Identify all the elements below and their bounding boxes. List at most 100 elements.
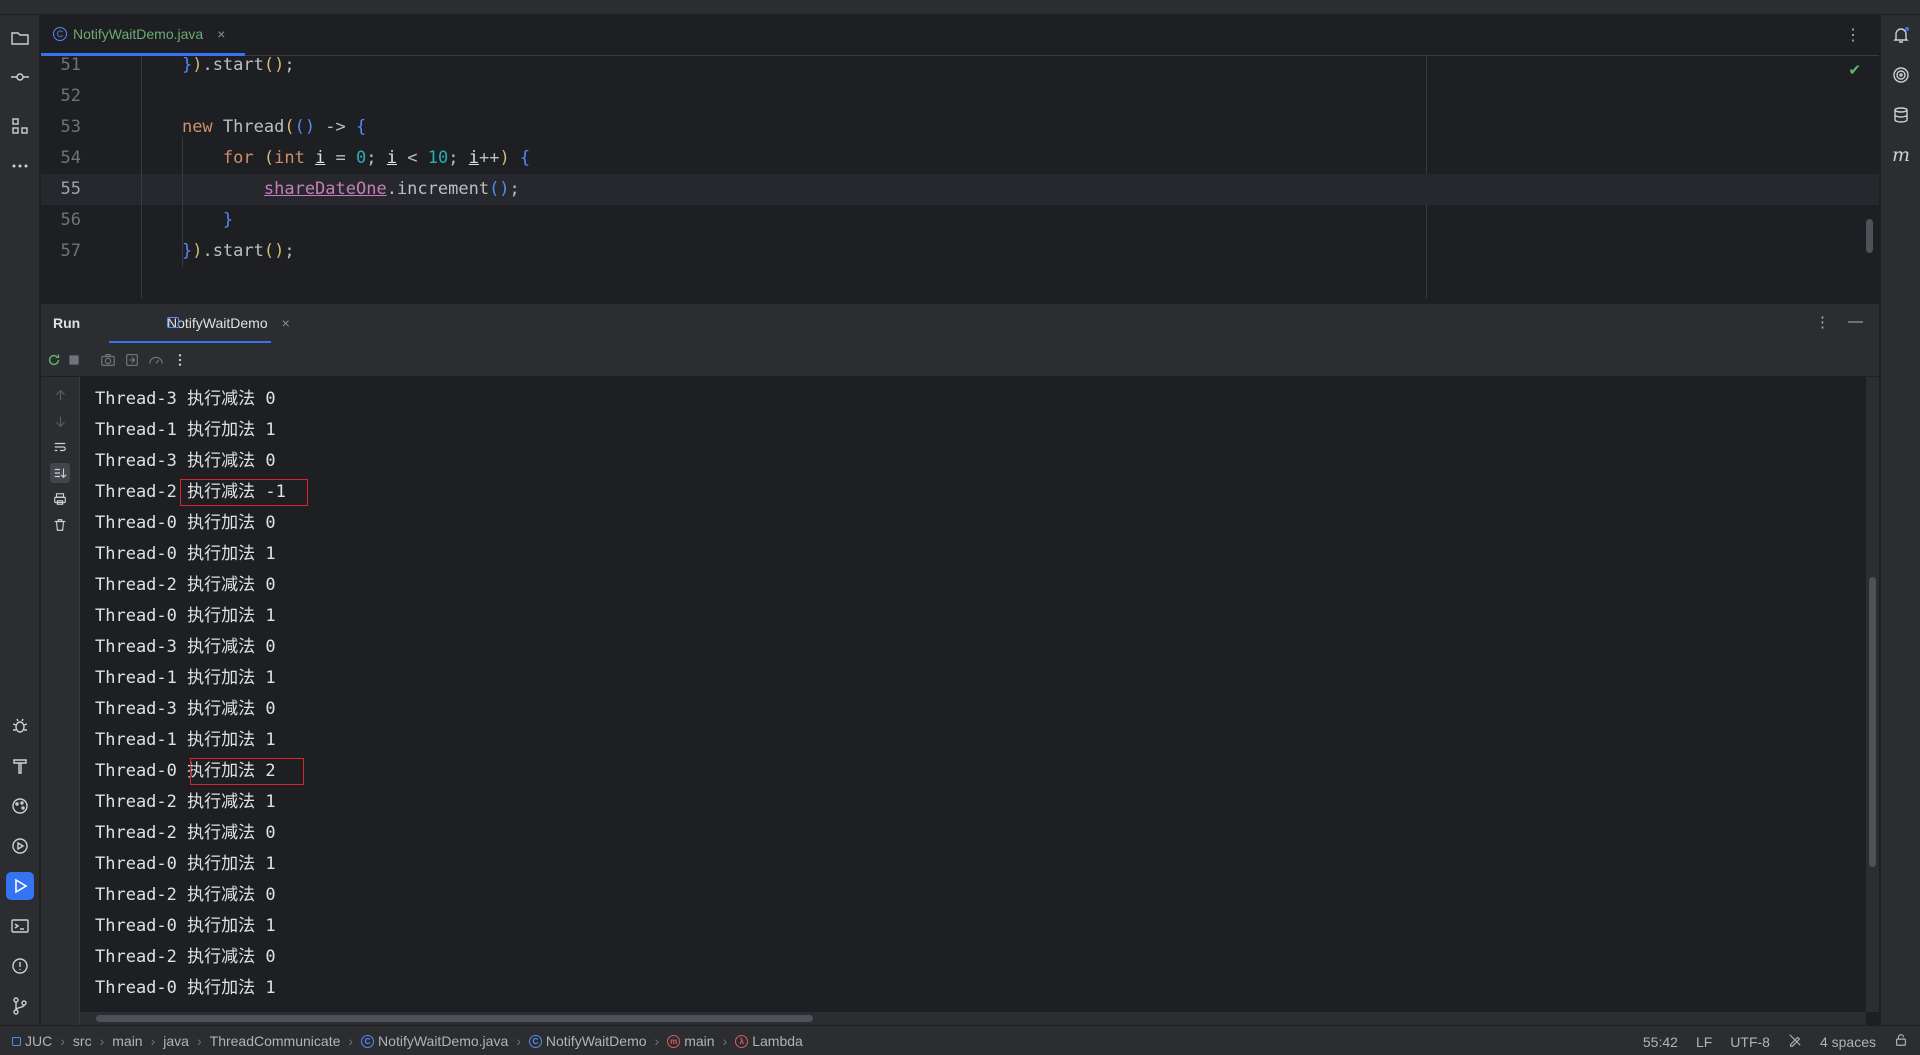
caret-position[interactable]: 55:42 xyxy=(1643,1034,1678,1050)
breadcrumb-item[interactable]: m main › xyxy=(667,1033,735,1049)
structure-icon[interactable] xyxy=(6,112,34,140)
breadcrumb-label: ThreadCommunicate xyxy=(209,1033,341,1049)
java-class-icon: C xyxy=(361,1034,375,1048)
line-number[interactable]: 57 xyxy=(41,236,81,267)
code-token: () xyxy=(489,179,510,199)
close-tab-icon[interactable]: × xyxy=(217,26,225,42)
maven-icon[interactable]: m xyxy=(1887,141,1915,169)
run-tool-window-header: Run NotifyWaitDemo × ⋮ — xyxy=(41,303,1879,344)
line-number[interactable]: 54 xyxy=(41,143,81,174)
code-token: 10 xyxy=(427,148,449,168)
chevron-right-icon: › xyxy=(60,1033,65,1049)
tab-options-icon[interactable]: ⋮ xyxy=(1845,25,1861,45)
file-encoding[interactable]: UTF-8 xyxy=(1730,1034,1770,1050)
database-icon[interactable] xyxy=(1887,101,1915,129)
code-token: .start xyxy=(202,57,264,75)
code-line[interactable]: 57}).start(); xyxy=(41,236,1879,267)
code-line[interactable]: 55 shareDateOne.increment(); xyxy=(41,174,1879,205)
chevron-right-icon: › xyxy=(99,1033,105,1049)
soft-wrap-icon[interactable] xyxy=(50,437,70,457)
minimize-icon[interactable]: — xyxy=(1848,313,1863,331)
console-output[interactable]: Thread-3 执行减法 0 Thread-1 执行加法 1 Thread-3 执… xyxy=(80,377,1865,1012)
scroll-to-end-icon[interactable] xyxy=(50,463,70,483)
code-token: ; xyxy=(448,148,469,168)
console-horizontal-scroll-thumb[interactable] xyxy=(96,1015,813,1022)
code-token: i xyxy=(315,148,326,168)
scroll-down-arrow-icon[interactable] xyxy=(50,411,70,431)
breadcrumb-item[interactable]: src › xyxy=(73,1033,112,1049)
console-vertical-scrollbar[interactable] xyxy=(1866,377,1879,1012)
chevron-right-icon: › xyxy=(516,1033,521,1049)
run-options-icon[interactable]: ⋮ xyxy=(1815,313,1830,331)
ai-assistant-icon[interactable] xyxy=(1887,61,1915,89)
run-tab-notifywaitdemo[interactable]: NotifyWaitDemo × xyxy=(109,304,290,344)
build-hammer-icon[interactable] xyxy=(6,752,34,780)
console-line: Thread-0 执行加法 1 xyxy=(95,606,276,626)
breadcrumb-item[interactable]: main › xyxy=(112,1033,163,1049)
plugins-palette-icon[interactable] xyxy=(6,792,34,820)
scroll-up-arrow-icon[interactable] xyxy=(50,385,70,405)
indent-setting[interactable]: 4 spaces xyxy=(1820,1034,1876,1050)
run-tool-icon[interactable] xyxy=(6,872,34,900)
breadcrumb-label: java xyxy=(163,1033,189,1049)
breadcrumb-item[interactable]: λ Lambda xyxy=(735,1033,803,1049)
more-tools-icon[interactable] xyxy=(6,152,34,180)
console-line: Thread-0 执行加法 1 xyxy=(95,978,276,998)
code-line[interactable]: 52 xyxy=(41,81,1879,112)
project-folder-icon[interactable] xyxy=(6,24,34,52)
console-line: Thread-2 执行减法 1 xyxy=(95,792,276,812)
breadcrumb-item[interactable]: ThreadCommunicate › xyxy=(210,1033,361,1049)
indent-guide xyxy=(181,137,183,267)
lock-icon[interactable] xyxy=(1894,1033,1908,1050)
editor-tab-bar: C NotifyWaitDemo.java × ⋮ xyxy=(41,15,1879,56)
highlight-box xyxy=(190,758,304,785)
breadcrumb-label: main xyxy=(684,1033,715,1049)
code-token: Thread xyxy=(222,117,285,137)
code-token: } xyxy=(181,241,193,261)
line-number[interactable]: 51 xyxy=(41,57,81,81)
line-number[interactable]: 56 xyxy=(41,205,81,236)
module-icon xyxy=(12,1036,21,1046)
code-token: shareDateOne xyxy=(263,179,387,199)
rerun-icon[interactable] xyxy=(45,351,63,369)
line-separator[interactable]: LF xyxy=(1696,1034,1712,1050)
line-number[interactable]: 55 xyxy=(41,174,81,205)
dump-threads-camera-icon[interactable] xyxy=(99,351,117,369)
console-line: Thread-0 执行加法 1 xyxy=(95,544,276,564)
clear-trash-icon[interactable] xyxy=(50,515,70,535)
breadcrumb-label: NotifyWaitDemo.java xyxy=(378,1033,509,1049)
commit-icon[interactable] xyxy=(6,63,34,91)
notifications-bell-icon[interactable] xyxy=(1887,21,1915,49)
console-horizontal-scrollbar[interactable] xyxy=(80,1012,1866,1025)
code-line[interactable]: 56} xyxy=(41,205,1879,236)
breadcrumb-label: JUC xyxy=(25,1033,53,1049)
line-number[interactable]: 53 xyxy=(41,112,81,143)
code-line[interactable]: 51}).start(); xyxy=(41,57,1879,81)
chevron-right-icon: › xyxy=(150,1033,156,1049)
line-number[interactable]: 52 xyxy=(41,81,81,112)
readonly-toggle-icon[interactable] xyxy=(1788,1033,1802,1050)
code-line[interactable]: 53 new Thread(() -> { xyxy=(41,112,1879,143)
git-branch-icon[interactable] xyxy=(6,992,34,1020)
close-run-tab-icon[interactable]: × xyxy=(282,315,290,331)
breadcrumb-item[interactable]: java › xyxy=(163,1033,209,1049)
breadcrumb-item[interactable]: C NotifyWaitDemo.java › xyxy=(361,1033,529,1049)
problems-icon[interactable] xyxy=(6,952,34,980)
debug-icon[interactable] xyxy=(6,712,34,740)
breadcrumb-item[interactable]: C NotifyWaitDemo › xyxy=(528,1033,667,1049)
toolbar-more-icon[interactable] xyxy=(171,351,189,369)
services-icon[interactable] xyxy=(6,832,34,860)
stop-icon[interactable] xyxy=(65,351,83,369)
print-icon[interactable] xyxy=(50,489,70,509)
run-config-icon xyxy=(167,317,179,328)
code-line[interactable]: 54 for (int i = 0; i < 10; i++) { xyxy=(41,143,1879,174)
code-editor[interactable]: ✔ 51}).start(); 52 53 new Thread(() -> {54 f… xyxy=(41,57,1879,298)
code-token: ) xyxy=(192,57,203,75)
export-icon[interactable] xyxy=(123,351,141,369)
terminal-icon[interactable] xyxy=(6,912,34,940)
editor-tab-notifywaitdemo[interactable]: C NotifyWaitDemo.java × xyxy=(41,15,245,56)
profiler-icon[interactable] xyxy=(147,351,165,369)
right-tool-stripe: m xyxy=(1880,15,1920,1025)
breadcrumb-item[interactable]: JUC › xyxy=(12,1033,73,1049)
console-vertical-scroll-thumb[interactable] xyxy=(1869,577,1876,867)
